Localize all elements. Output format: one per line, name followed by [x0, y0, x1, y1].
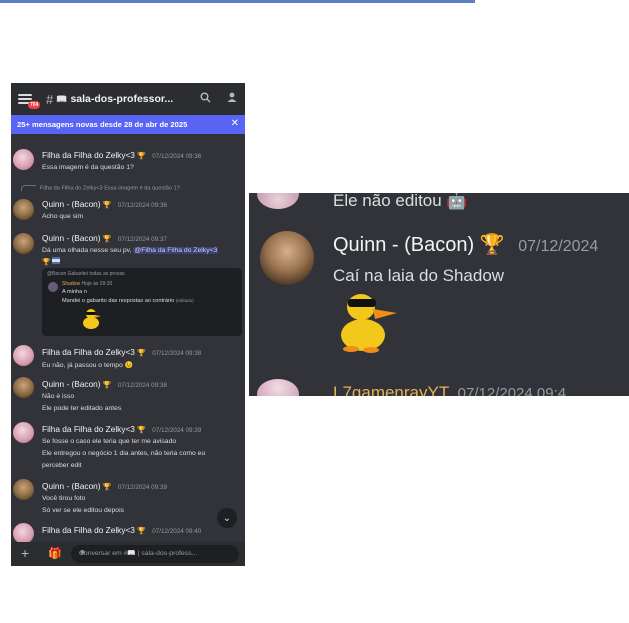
trophy-icon: 🏆 [102, 382, 112, 389]
trophy-icon: 🏆 [102, 236, 112, 243]
new-messages-banner[interactable]: 25+ mensagens novas desde 28 de abr de 2… [11, 115, 245, 134]
message-header: Filha da Filha do Zelky<3 🏆 07/12/2024 0… [42, 424, 201, 434]
avatar[interactable] [13, 377, 34, 398]
message-header: Filha da Filha do Zelky<3 🏆 07/12/2024 0… [42, 150, 201, 160]
emoji-icon[interactable]: ☻ [79, 549, 235, 556]
timestamp: 07/12/2024 09:39 [152, 427, 202, 434]
message-header: Quinn - (Bacon) 🏆 07/12/2024 09:36 [42, 199, 167, 209]
message-header: Filha da Filha do Zelky<3 🏆 07/12/2024 0… [42, 525, 201, 535]
forwarded-message-embed[interactable]: @Bacon Gabaritei todas as provas Shadow … [42, 268, 242, 336]
gift-icon[interactable]: 🎁 [48, 547, 62, 560]
username[interactable]: Quinn - (Bacon) [42, 481, 101, 491]
search-icon[interactable] [200, 92, 211, 106]
user-mention[interactable]: @Filha da Filha do Zelky<3 [133, 247, 219, 254]
trophy-icon: 🏆 [137, 528, 146, 535]
unread-badge: 704 [28, 101, 41, 109]
embed-author: Shadow Hoje às 09:30 [62, 281, 113, 287]
avatar [257, 379, 299, 396]
message-header: Quinn - (Bacon) 🏆 07/12/2024 09:39 [42, 481, 167, 491]
message-text: Ele não editou 🤖 [333, 193, 468, 210]
message-text: Ele pode ter editado antes [42, 405, 122, 412]
message-input[interactable]: Conversar em #📖 | sala-dos-profess... ☻ [71, 545, 239, 563]
username[interactable]: Filha da Filha do Zelky<3 [42, 525, 135, 535]
avatar[interactable] [13, 523, 34, 544]
message-header: Quinn - (Bacon) 🏆 07/12/2024 09:37 [42, 233, 167, 243]
top-edge-line [0, 0, 475, 3]
discord-mobile-screenshot: 704 # 📖 sala-dos-professor... 25+ mensag… [11, 83, 245, 566]
timestamp: 07/12/2024 09:37 [117, 236, 167, 243]
trophy-icon: 🏆 [137, 350, 146, 357]
message-text: Não é isso [42, 393, 75, 400]
username[interactable]: Quinn - (Bacon) [42, 233, 101, 243]
username[interactable]: Quinn - (Bacon) 🏆 [333, 234, 505, 256]
embed-line: A minha n [62, 289, 87, 295]
message-text: Caí na laia do Shadow [333, 266, 505, 285]
timestamp: 07/12/2024 09:4 [457, 385, 567, 396]
timestamp: 07/12/2024 09:38 [117, 382, 167, 389]
message-text: perceber edit [42, 462, 82, 469]
channel-name[interactable]: sala-dos-professor... [70, 93, 173, 105]
avatar[interactable] [13, 422, 34, 443]
avatar[interactable] [13, 345, 34, 366]
avatar[interactable] [13, 199, 34, 220]
message-text: Acho que sim [42, 213, 84, 220]
username[interactable]: Filha da Filha do Zelky<3 [42, 347, 135, 357]
members-icon[interactable] [226, 92, 239, 106]
message-text: Essa imagem é da questão 1? [42, 164, 134, 171]
avatar[interactable] [13, 233, 34, 254]
message-header: L7gamenrayYT 07/12/2024 09:4 [333, 383, 566, 396]
username[interactable]: Quinn - (Bacon) [42, 379, 101, 389]
add-attachment-button[interactable]: + [21, 545, 29, 561]
close-icon[interactable]: ✕ [231, 118, 239, 129]
channel-header: 704 # 📖 sala-dos-professor... [11, 83, 245, 115]
new-messages-text: 25+ mensagens novas desde 28 de abr de 2… [17, 120, 188, 129]
message-text: Dá uma olhada nesse seu pv, @Filha da Fi… [42, 247, 219, 254]
username[interactable]: Quinn - (Bacon) [42, 199, 101, 209]
timestamp: 07/12/2024 09:38 [152, 350, 202, 357]
message-text: Eu não, já passou o tempo 😉 [42, 362, 134, 369]
trophy-icon: 🏆 [102, 484, 112, 491]
message-text: Ele entregou o negócio 1 dia antes, não … [42, 450, 206, 457]
message-emojis: 🏆 [42, 257, 61, 266]
avatar [257, 193, 299, 209]
timestamp: 07/12/2024 09:36 [117, 202, 167, 209]
avatar[interactable] [260, 231, 314, 285]
timestamp: 07/12/2024 [518, 238, 599, 255]
flag-icon [52, 257, 61, 266]
duck-sticker-icon [83, 309, 101, 329]
duck-sticker-icon [341, 294, 397, 353]
timestamp: 07/12/2024 09:40 [152, 528, 202, 535]
chevron-down-icon: ⌄ [222, 512, 232, 524]
embed-header: @Bacon Gabaritei todas as provas [47, 271, 125, 277]
trophy-icon: 🏆 [137, 153, 146, 160]
book-icon: 📖 [56, 93, 68, 104]
message-text: Você tirou foto [42, 495, 86, 502]
scroll-down-button[interactable]: ⌄ [217, 508, 237, 528]
message-header: Filha da Filha do Zelky<3 🏆 07/12/2024 0… [42, 347, 201, 357]
message-header: Quinn - (Bacon) 🏆 07/12/2024 09:38 [42, 379, 167, 389]
message-text: Se fosse o caso ele teria que ter me avi… [42, 438, 177, 445]
reply-preview[interactable]: Filha da Filha do Zelky<3 Essa imagem é … [21, 185, 180, 191]
trophy-icon: 🏆 [42, 259, 51, 266]
trophy-icon: 🏆 [137, 427, 146, 434]
avatar[interactable] [13, 479, 34, 500]
message-text: Só ver se ele editou depois [42, 507, 124, 514]
trophy-icon: 🏆 [102, 202, 112, 209]
timestamp: 07/12/2024 09:36 [152, 153, 202, 160]
message-header: Quinn - (Bacon) 🏆 07/12/2024 [333, 232, 598, 257]
avatar[interactable] [13, 149, 34, 170]
username[interactable]: Filha da Filha do Zelky<3 [42, 150, 135, 160]
message-composer: + 🎁 Conversar em #📖 | sala-dos-profess..… [11, 542, 245, 566]
embed-line: Mandei o gabarito das respostas ao contr… [62, 298, 194, 304]
username[interactable]: Filha da Filha do Zelky<3 [42, 424, 135, 434]
timestamp: 07/12/2024 09:39 [117, 484, 167, 491]
avatar [48, 282, 58, 292]
username[interactable]: L7gamenrayYT [333, 383, 449, 396]
zoomed-message-screenshot: Ele não editou 🤖 Quinn - (Bacon) 🏆 07/12… [249, 193, 629, 396]
hash-icon: # [46, 91, 54, 107]
